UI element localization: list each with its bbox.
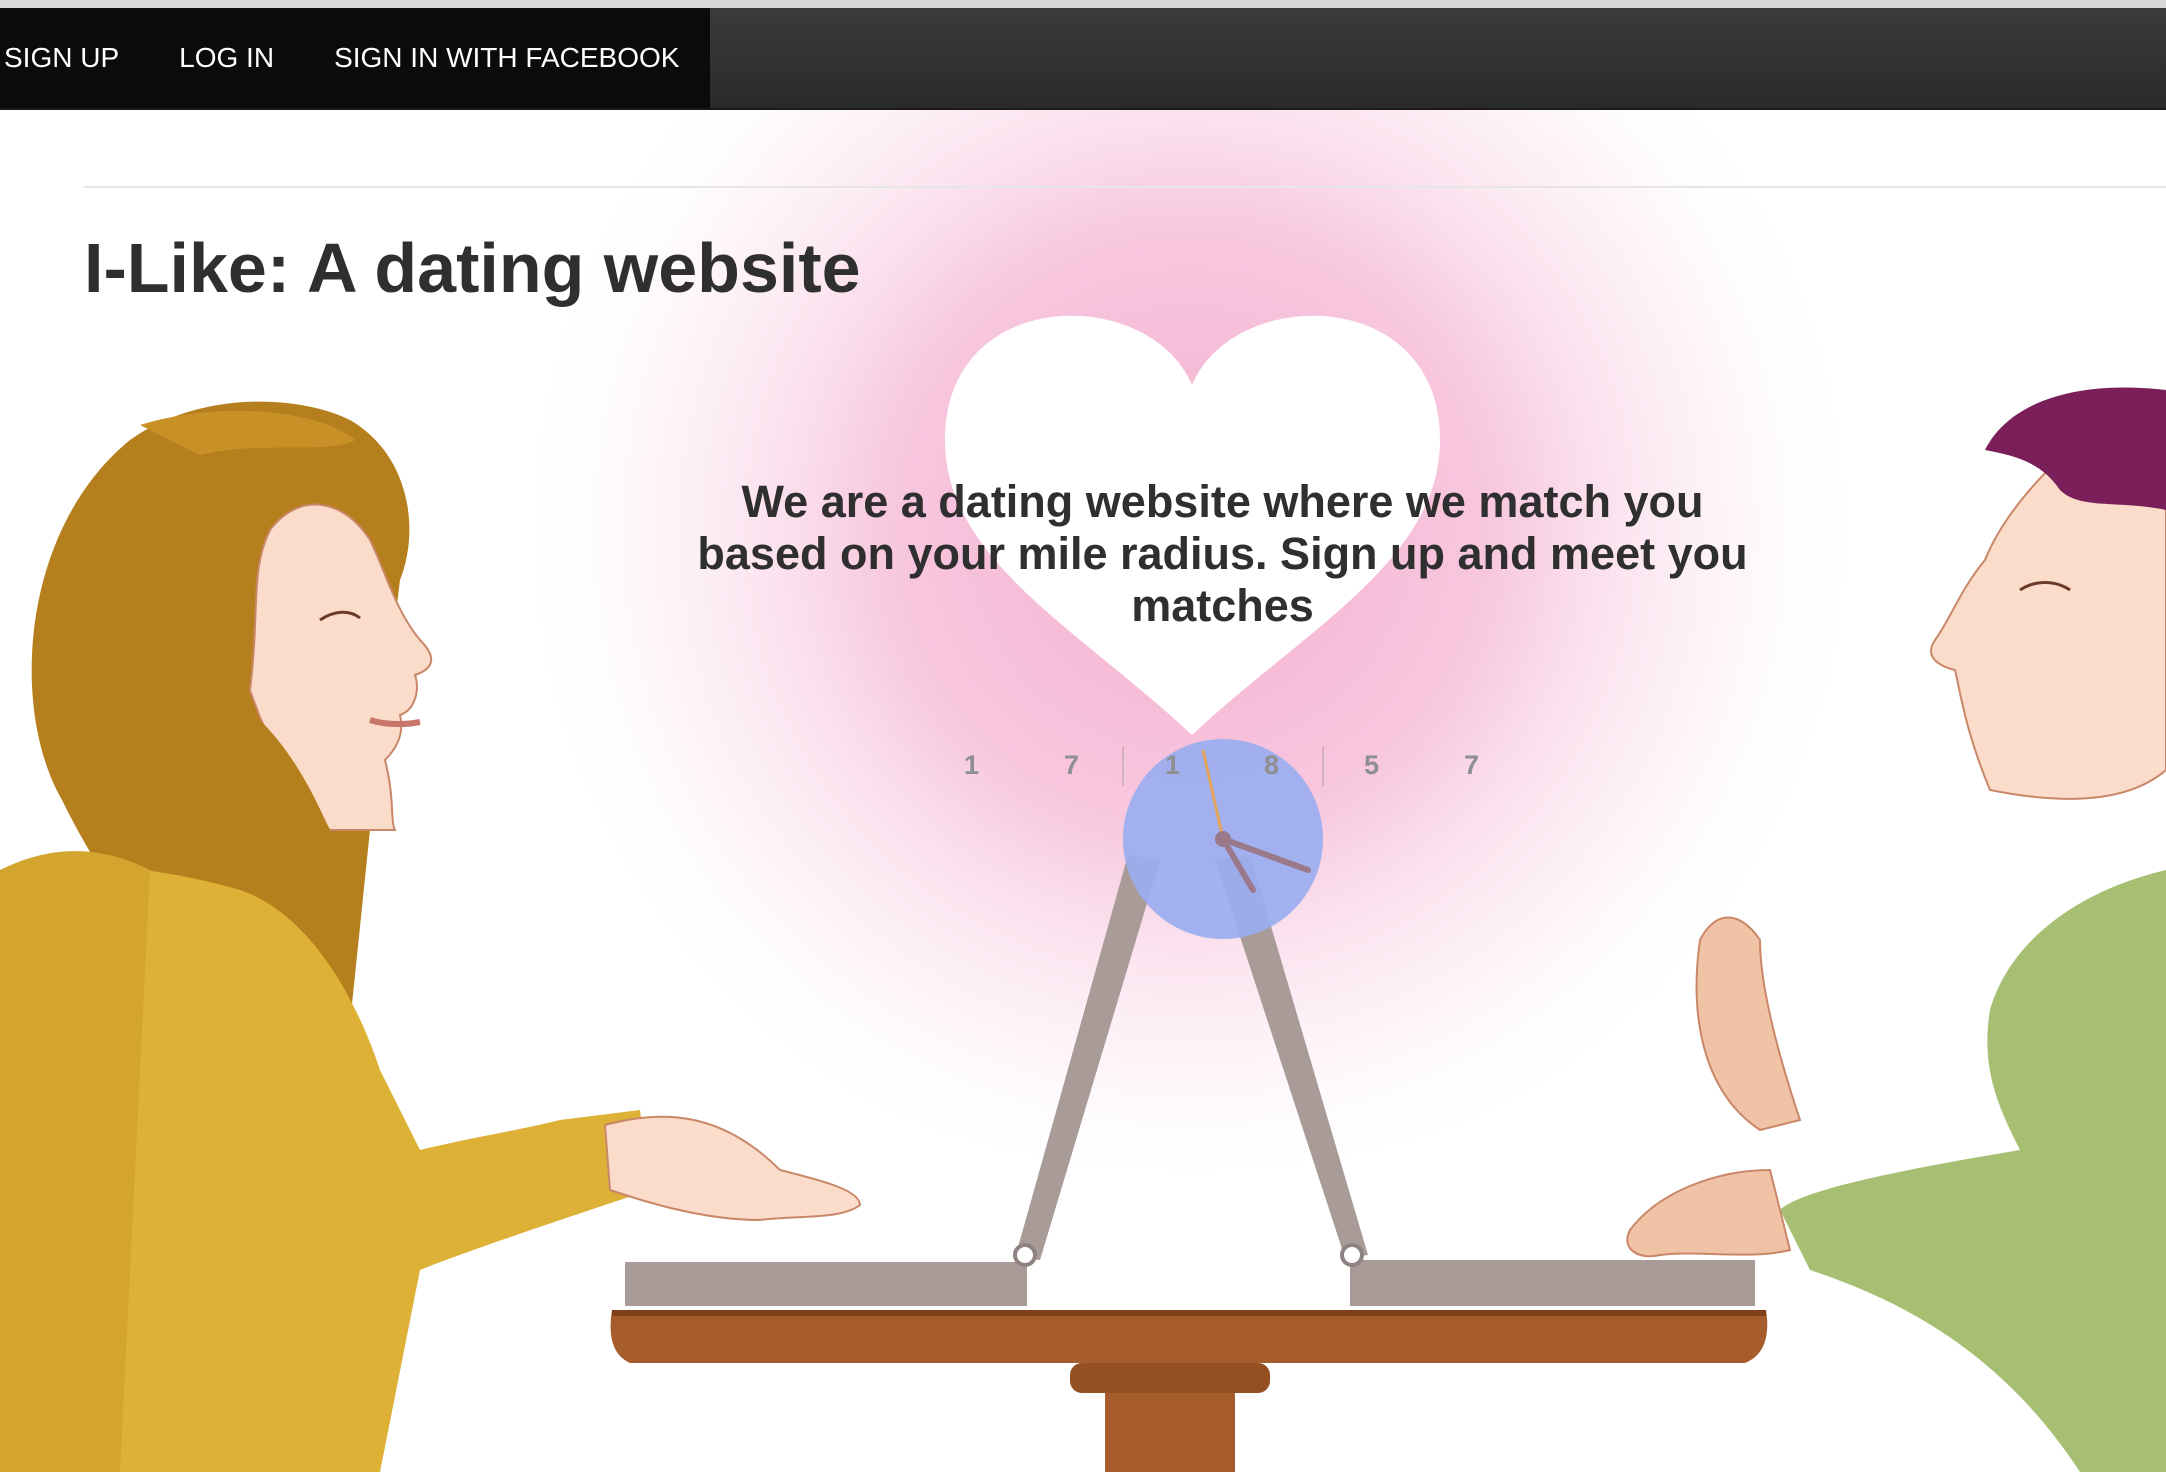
clock-digit: 7 [1064, 750, 1080, 780]
clock-digit: 7 [1464, 750, 1480, 780]
top-border [0, 0, 2166, 8]
clock-digit: 8 [1264, 750, 1280, 780]
clock-icon [1123, 739, 1323, 939]
navbar: SIGN UP LOG IN SIGN IN WITH FACEBOOK [0, 8, 2166, 110]
nav-links: SIGN UP LOG IN SIGN IN WITH FACEBOOK [0, 8, 710, 108]
clock-separator [1322, 746, 1324, 786]
clock-digit: 1 [1165, 750, 1181, 780]
clock-separator [1122, 746, 1124, 786]
page-title: I-Like: A dating website [84, 229, 861, 307]
hero-section: I-Like: A dating website We are a dating… [0, 110, 2166, 1472]
facebook-sign-in-link[interactable]: SIGN IN WITH FACEBOOK [334, 8, 679, 108]
divider [84, 186, 2166, 188]
table-illustration [610, 1310, 1768, 1472]
clock-digit: 5 [1364, 750, 1380, 780]
clock-digit: 1 [964, 750, 980, 780]
sign-up-link[interactable]: SIGN UP [0, 8, 119, 108]
tagline: We are a dating website where we match y… [697, 476, 1748, 631]
page: SIGN UP LOG IN SIGN IN WITH FACEBOOK I-L… [0, 0, 2166, 1472]
log-in-link[interactable]: LOG IN [179, 8, 274, 108]
hero-illustration [0, 110, 2166, 1472]
